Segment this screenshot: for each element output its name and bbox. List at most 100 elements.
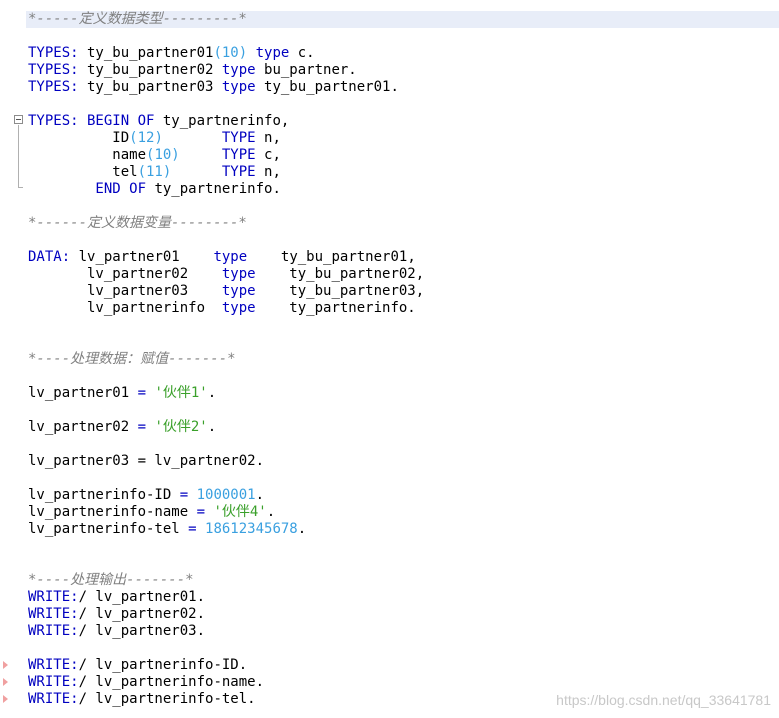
keyword: type <box>213 249 248 265</box>
code-line: tel(11) TYPE n, <box>28 164 281 181</box>
number-literal: (10) <box>146 147 180 163</box>
number-literal: 1000001 <box>188 487 256 503</box>
code-editor[interactable]: *-----定义数据类型---------* TYPES: ty_bu_part… <box>0 0 779 718</box>
identifier: . <box>266 504 276 520</box>
identifier: ty_partnerinfo. <box>255 300 416 316</box>
identifier: ty_partnerinfo. <box>146 181 281 197</box>
code-line: END OF ty_partnerinfo. <box>28 181 281 198</box>
identifier: lv_partner01 <box>70 249 214 265</box>
code-line: TYPES: ty_bu_partner02 type bu_partner. <box>28 62 357 79</box>
warning-marker-icon[interactable] <box>3 678 8 686</box>
code-line: lv_partner03 type ty_bu_partner03, <box>28 283 424 300</box>
code-line: lv_partnerinfo-name = '伙伴4'. <box>28 504 275 521</box>
keyword: TYPE <box>179 147 256 163</box>
number-literal: (11) <box>137 164 172 180</box>
identifier: ty_bu_partner03, <box>255 283 425 299</box>
fold-guide-line <box>18 125 19 187</box>
keyword: WRITE: <box>28 623 79 639</box>
keyword: WRITE: <box>28 657 79 673</box>
identifier: c. <box>289 45 315 61</box>
identifier: / lv_partnerinfo-name. <box>78 674 265 690</box>
identifier: . <box>255 487 265 503</box>
keyword: TYPES: <box>28 45 79 61</box>
comment-line: *------定义数据变量--------* <box>28 215 247 231</box>
keyword: TYPES: <box>28 62 79 78</box>
keyword: WRITE: <box>28 674 79 690</box>
number-literal: (12) <box>129 130 163 146</box>
code-line: WRITE:/ lv_partnerinfo-name. <box>28 674 264 691</box>
code-line: lv_partnerinfo-tel = 18612345678. <box>28 521 306 538</box>
operator: = <box>188 521 197 537</box>
code-line: TYPES: BEGIN OF ty_partnerinfo, <box>28 113 289 130</box>
keyword: TYPE <box>162 130 256 146</box>
identifier: / lv_partnerinfo-tel. <box>78 691 256 707</box>
keyword: BEGIN OF <box>78 113 155 129</box>
identifier: tel <box>28 164 138 180</box>
watermark-text: https://blog.csdn.net/qq_33641781 <box>556 692 771 708</box>
identifier: lv_partner02 <box>28 419 138 435</box>
identifier: ty_partnerinfo, <box>154 113 290 129</box>
code-line: ID(12) TYPE n, <box>28 130 281 147</box>
identifier: . <box>207 419 217 435</box>
code-line: lv_partnerinfo type ty_partnerinfo. <box>28 300 416 317</box>
fold-guide-end <box>18 187 23 188</box>
identifier: n, <box>255 130 281 146</box>
identifier: ty_bu_partner01 <box>78 45 214 61</box>
code-line: WRITE:/ lv_partner01. <box>28 589 205 606</box>
identifier: name <box>28 147 147 163</box>
identifier: / lv_partner02. <box>78 606 206 622</box>
identifier: ty_bu_partner01. <box>255 79 399 95</box>
operator: = <box>196 504 206 520</box>
identifier: n, <box>255 164 281 180</box>
string-literal: '伙伴4' <box>205 504 267 520</box>
identifier: . <box>297 521 307 537</box>
code-line: TYPES: ty_bu_partner01(10) type c. <box>28 45 315 62</box>
keyword: END OF <box>28 181 147 197</box>
operator: = <box>137 419 147 435</box>
fold-collapse-icon[interactable] <box>14 115 23 124</box>
identifier: bu_partner. <box>255 62 357 78</box>
code-line: WRITE:/ lv_partnerinfo-ID. <box>28 657 247 674</box>
editor-gutter <box>0 0 26 718</box>
identifier: lv_partner02 <box>28 266 222 282</box>
keyword: TYPE <box>171 164 256 180</box>
keyword: type <box>213 62 256 78</box>
identifier: . <box>207 385 217 401</box>
warning-marker-icon[interactable] <box>3 661 8 669</box>
keyword: TYPES: <box>28 113 79 129</box>
warning-marker-icon[interactable] <box>3 695 8 703</box>
identifier: ty_bu_partner01, <box>247 249 416 265</box>
code-line: name(10) TYPE c, <box>28 147 281 164</box>
string-literal: '伙伴2' <box>146 419 208 435</box>
code-line: TYPES: ty_bu_partner03 type ty_bu_partne… <box>28 79 399 96</box>
identifier: lv_partnerinfo-ID <box>28 487 180 503</box>
comment-line: *----处理输出-------* <box>28 572 194 588</box>
code-line: lv_partner02 = '伙伴2'. <box>28 419 216 436</box>
code-line: lv_partnerinfo-ID = 1000001. <box>28 487 264 504</box>
keyword: type <box>247 45 290 61</box>
code-line: lv_partner01 = '伙伴1'. <box>28 385 216 402</box>
code-line: DATA: lv_partner01 type ty_bu_partner01, <box>28 249 416 266</box>
keyword: TYPES: <box>28 79 79 95</box>
identifier: / lv_partner01. <box>78 589 206 605</box>
comment-line: *-----定义数据类型---------* <box>26 11 779 28</box>
number-literal: (10) <box>213 45 248 61</box>
keyword: type <box>221 283 256 299</box>
code-line: WRITE:/ lv_partnerinfo-tel. <box>28 691 256 708</box>
identifier: lv_partnerinfo-name <box>28 504 197 520</box>
operator: = <box>137 385 147 401</box>
keyword: type <box>221 300 256 316</box>
keyword: WRITE: <box>28 589 79 605</box>
identifier: lv_partnerinfo-tel <box>28 521 189 537</box>
identifier: ty_bu_partner03 <box>78 79 214 95</box>
number-literal: 18612345678 <box>196 521 298 537</box>
identifier: / lv_partnerinfo-ID. <box>78 657 248 673</box>
identifier: ty_bu_partner02 <box>78 62 214 78</box>
keyword: WRITE: <box>28 691 79 707</box>
comment-line: *----处理数据：赋值-------* <box>28 351 236 367</box>
code-line: WRITE:/ lv_partner03. <box>28 623 205 640</box>
keyword: type <box>213 79 256 95</box>
keyword: type <box>221 266 256 282</box>
keyword: WRITE: <box>28 606 79 622</box>
identifier: / lv_partner03. <box>78 623 206 639</box>
